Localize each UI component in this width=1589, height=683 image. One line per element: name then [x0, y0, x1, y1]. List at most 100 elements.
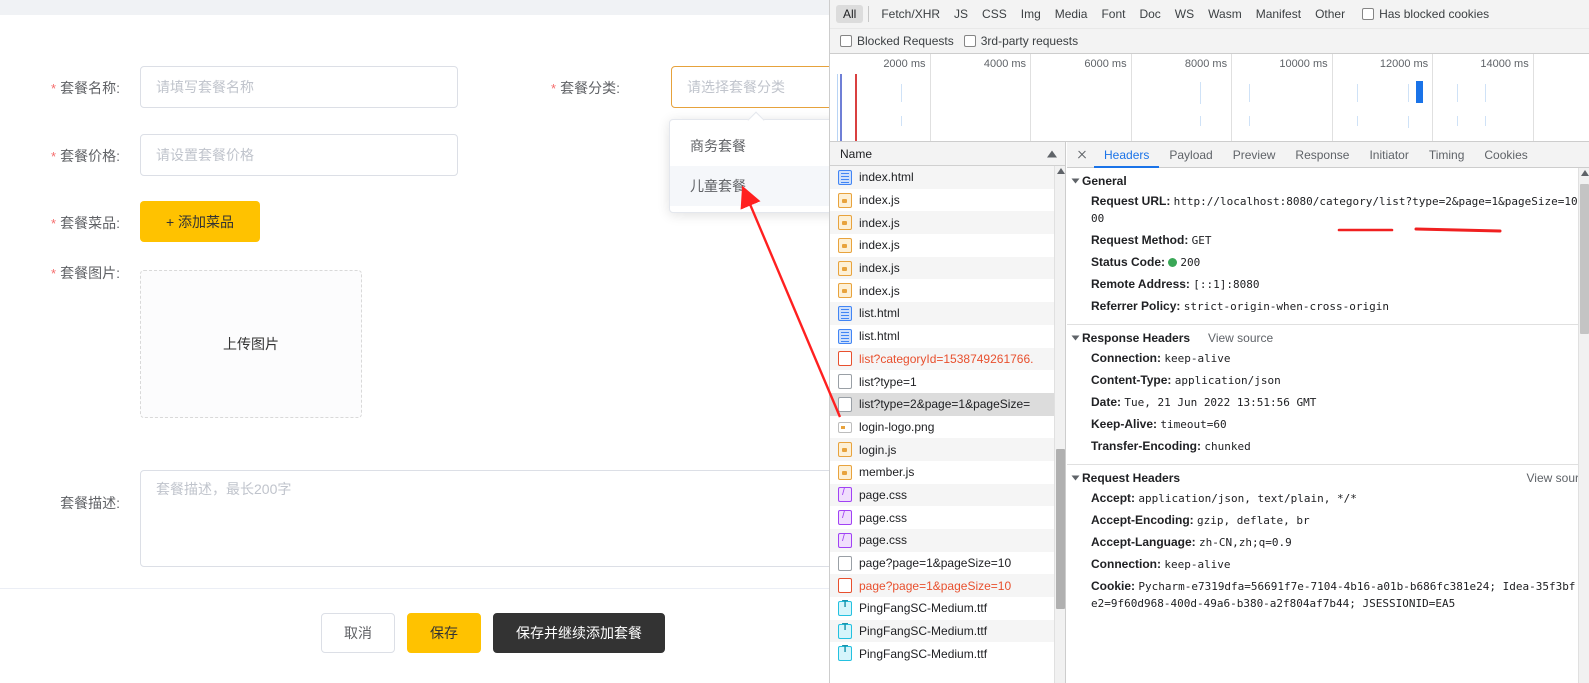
request-name: page?page=1&pageSize=10	[859, 578, 1012, 593]
timeline-tick: 14000 ms	[830, 54, 1534, 141]
header-value: application/json, text/plain, */*	[1138, 491, 1357, 505]
request-list[interactable]: index.html index.js index.js index.js index.…	[830, 166, 1065, 683]
scrollbar-thumb[interactable]	[1056, 449, 1065, 609]
filter-type-fetch-xhr[interactable]: Fetch/XHR	[874, 5, 947, 23]
filter-type-js[interactable]: JS	[947, 5, 975, 23]
request-row[interactable]: PingFangSC-Medium.ttf	[830, 597, 1065, 620]
checkbox-icon	[963, 35, 976, 47]
tab-preview[interactable]: Preview	[1223, 142, 1286, 168]
save-and-continue-button[interactable]: 保存并继续添加套餐	[493, 613, 665, 653]
request-name-column: Name index.html index.js index.js index.js i…	[830, 142, 1066, 683]
headers-detail-body: General Request URL: http://localhost:80…	[1067, 168, 1589, 683]
request-row[interactable]: login.js	[830, 438, 1065, 461]
setmeal-name-input[interactable]: 请填写套餐名称	[140, 66, 458, 108]
sort-ascending-icon[interactable]	[1047, 150, 1057, 157]
request-row[interactable]: page.css	[830, 506, 1065, 529]
general-section-title: General	[1082, 174, 1127, 188]
category-option-business[interactable]: 商务套餐	[670, 126, 829, 166]
add-dish-button[interactable]: + 添加菜品	[140, 201, 260, 242]
tab-response[interactable]: Response	[1285, 142, 1359, 168]
tab-cookies[interactable]: Cookies	[1474, 142, 1537, 168]
request-row[interactable]: index.js	[830, 211, 1065, 235]
request-row[interactable]: page?page=1&pageSize=10	[830, 574, 1065, 598]
request-list-scrollbar[interactable]	[1054, 166, 1065, 683]
third-party-requests-checkbox[interactable]: 3rd-party requests	[963, 34, 1078, 48]
required-star-icon: *	[51, 216, 57, 231]
request-name: PingFangSC-Medium.ttf	[859, 624, 988, 639]
css-icon	[838, 532, 852, 548]
filter-type-wasm[interactable]: Wasm	[1201, 5, 1249, 23]
request-row[interactable]: list?type=1	[830, 370, 1065, 393]
tab-timing[interactable]: Timing	[1419, 142, 1475, 168]
request-row[interactable]: list.html	[830, 302, 1065, 325]
upload-image-text: 上传图片	[223, 336, 279, 352]
cancel-button[interactable]: 取消	[321, 613, 395, 653]
timeline-tick-label: 14000 ms	[1480, 58, 1529, 70]
request-row[interactable]: index.js	[830, 256, 1065, 280]
request-headers-section-header[interactable]: Request Headers View sour	[1067, 469, 1589, 487]
filter-type-img[interactable]: Img	[1014, 5, 1048, 23]
request-name: list?categoryId=1538749261766.	[859, 351, 1034, 366]
response-headers-section: Response Headers View source Connection:…	[1067, 325, 1589, 465]
request-name: page.css	[859, 533, 908, 548]
request-row[interactable]: list?categoryId=1538749261766.	[830, 347, 1065, 371]
close-icon[interactable]	[1073, 146, 1091, 164]
header-row: Connection: keep-alive	[1067, 553, 1589, 575]
scroll-up-arrow-icon[interactable]	[1581, 170, 1589, 176]
devtools-network-panel: All Fetch/XHR JS CSS Img Media Font Doc …	[829, 0, 1589, 683]
setmeal-category-placeholder: 请选择套餐分类	[687, 79, 785, 95]
request-row[interactable]: PingFangSC-Medium.ttf	[830, 642, 1065, 665]
request-name: page.css	[859, 510, 908, 525]
request-row[interactable]: page.css	[830, 529, 1065, 552]
tab-headers[interactable]: Headers	[1094, 142, 1160, 168]
filter-type-ws[interactable]: WS	[1168, 5, 1201, 23]
network-overview-timeline[interactable]: 2000 ms 4000 ms 6000 ms 8000 ms 10000 ms 1200…	[830, 54, 1589, 142]
filter-type-media[interactable]: Media	[1048, 5, 1095, 23]
filter-type-all[interactable]: All	[836, 5, 864, 23]
doc-icon	[838, 328, 852, 344]
request-row[interactable]: PingFangSC-Medium.ttf	[830, 619, 1065, 643]
category-option-children[interactable]: 儿童套餐	[670, 166, 829, 206]
request-row[interactable]: index.js	[830, 279, 1065, 302]
scrollbar-thumb[interactable]	[1580, 184, 1589, 334]
filter-type-other[interactable]: Other	[1308, 5, 1352, 23]
scroll-up-arrow-icon[interactable]	[1057, 168, 1065, 174]
tab-initiator[interactable]: Initiator	[1359, 142, 1418, 168]
timeline-marker	[855, 74, 857, 141]
request-row[interactable]: member.js	[830, 461, 1065, 484]
header-value: keep-alive	[1164, 351, 1231, 365]
response-headers-title: Response Headers	[1082, 331, 1191, 345]
response-headers-section-header[interactable]: Response Headers View source	[1067, 329, 1589, 347]
setmeal-category-select[interactable]: 请选择套餐分类	[671, 66, 829, 108]
tab-payload[interactable]: Payload	[1159, 142, 1222, 168]
request-view-source-link[interactable]: View sour	[1527, 471, 1579, 485]
header-row: Date: Tue, 21 Jun 2022 13:51:56 GMT	[1067, 391, 1589, 413]
blocked-requests-checkbox[interactable]: Blocked Requests	[840, 34, 954, 48]
request-row[interactable]: page.css	[830, 483, 1065, 507]
request-name: index.html	[859, 170, 914, 185]
request-header-rows: Accept: application/json, text/plain, */…	[1067, 487, 1589, 614]
filter-type-font[interactable]: Font	[1094, 5, 1132, 23]
filter-type-manifest[interactable]: Manifest	[1249, 5, 1308, 23]
setmeal-description-textarea[interactable]: 套餐描述，最长200字	[140, 470, 829, 567]
js-icon	[838, 237, 852, 253]
general-section-header[interactable]: General	[1067, 172, 1589, 190]
filter-type-css[interactable]: CSS	[975, 5, 1014, 23]
name-column-header[interactable]: Name	[830, 142, 1065, 166]
request-row[interactable]: index.js	[830, 189, 1065, 212]
filter-type-doc[interactable]: Doc	[1132, 5, 1167, 23]
header-key: Cookie:	[1091, 578, 1139, 593]
request-row[interactable]: index.html	[830, 166, 1065, 189]
request-row[interactable]: page?page=1&pageSize=10	[830, 552, 1065, 575]
detail-scrollbar[interactable]	[1578, 168, 1589, 683]
has-blocked-cookies-checkbox[interactable]: Has blocked cookies	[1362, 7, 1489, 21]
image-icon	[838, 422, 852, 434]
response-view-source-link[interactable]: View source	[1208, 331, 1273, 345]
request-row[interactable]: list.html	[830, 325, 1065, 348]
request-row[interactable]: index.js	[830, 234, 1065, 257]
image-upload-dropzone[interactable]: 上传图片	[140, 270, 362, 418]
setmeal-price-input[interactable]: 请设置套餐价格	[140, 134, 458, 176]
request-row[interactable]: login-logo.png	[830, 416, 1065, 439]
save-button[interactable]: 保存	[407, 613, 481, 653]
request-row[interactable]: list?type=2&page=1&pageSize=	[830, 392, 1065, 416]
